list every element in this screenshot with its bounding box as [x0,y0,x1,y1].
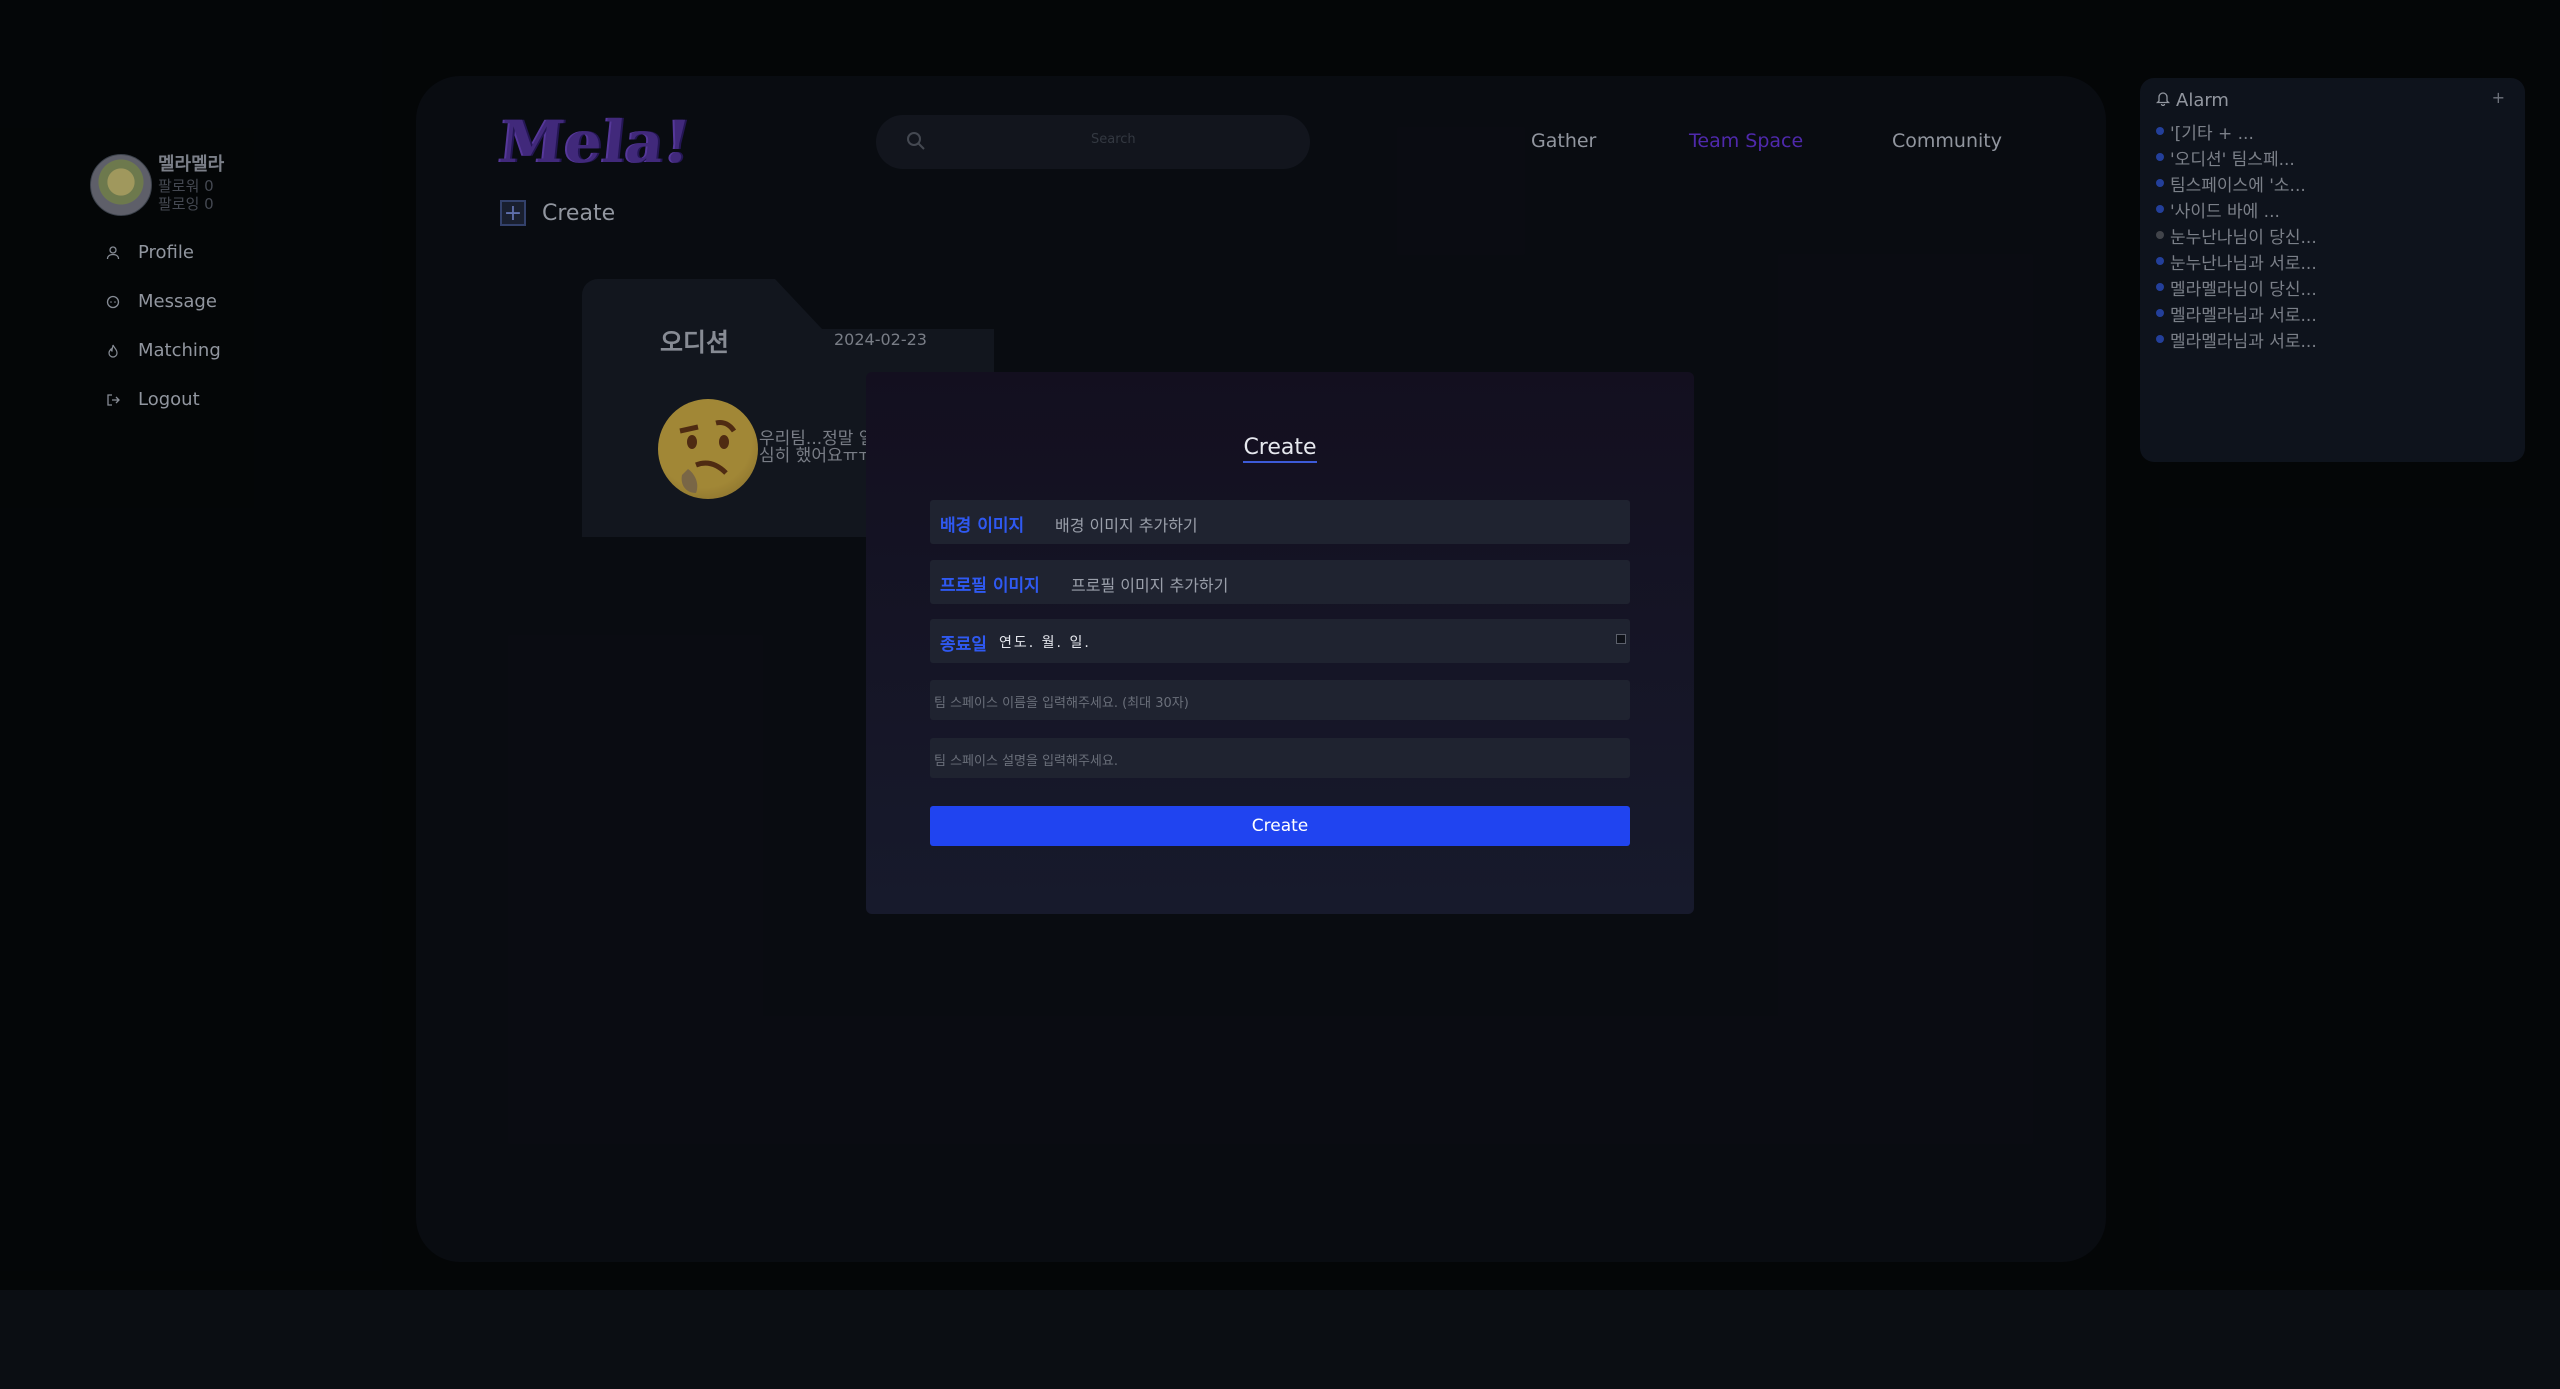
create-modal: Create 배경 이미지 배경 이미지 추가하기 프로필 이미지 프로필 이미… [866,372,1694,914]
modal-title: Create [866,435,1694,463]
background-image-field[interactable]: 배경 이미지 배경 이미지 추가하기 [930,500,1630,544]
profile-image-field[interactable]: 프로필 이미지 프로필 이미지 추가하기 [930,560,1630,604]
team-name-placeholder: 팀 스페이스 이름을 입력해주세요. (최대 30자) [934,696,1189,711]
team-description-placeholder: 팀 스페이스 설명을 입력해주세요. [934,754,1118,769]
end-date-input[interactable]: 연도. 월. 일. [999,632,1091,652]
profile-image-label: 프로필 이미지 [940,576,1040,596]
team-name-input[interactable]: 팀 스페이스 이름을 입력해주세요. (최대 30자) [930,680,1630,720]
profile-image-value[interactable]: 프로필 이미지 추가하기 [1071,572,1228,596]
calendar-icon[interactable] [1616,634,1626,644]
background-image-value[interactable]: 배경 이미지 추가하기 [1055,512,1198,536]
team-description-input[interactable]: 팀 스페이스 설명을 입력해주세요. [930,738,1630,778]
create-submit-button[interactable]: Create [930,806,1630,846]
end-date-label: 종료일 [940,635,987,655]
end-date-field[interactable]: 종료일 연도. 월. 일. [930,619,1630,663]
background-image-label: 배경 이미지 [940,516,1025,536]
